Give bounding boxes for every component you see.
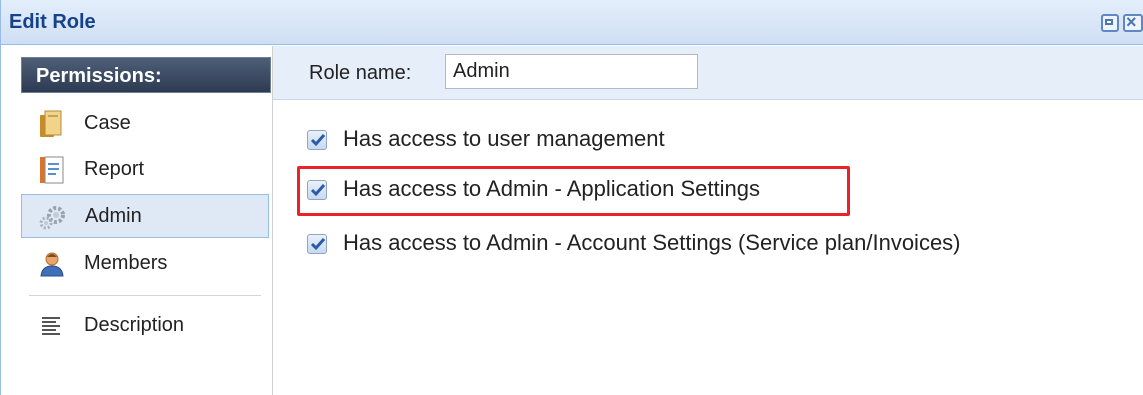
- sidebar-item-admin[interactable]: Admin: [21, 194, 269, 238]
- sidebar-item-label: Members: [84, 252, 168, 274]
- sidebar-item-label: Admin: [85, 205, 142, 227]
- role-form-panel: Role name: Has access to user management…: [273, 46, 1143, 395]
- sidebar-item-case[interactable]: Case: [21, 102, 269, 146]
- sidebar-divider: [29, 295, 261, 296]
- window-titlebar: Edit Role ×: [1, 0, 1143, 45]
- role-name-input[interactable]: [445, 54, 698, 89]
- permission-checkbox[interactable]: [307, 234, 327, 254]
- permissions-header-label: Permissions:: [36, 65, 162, 87]
- permission-label: Has access to Admin - Application Settin…: [343, 176, 760, 201]
- description-icon: [42, 317, 60, 335]
- check-icon: [310, 134, 326, 147]
- permission-checkbox[interactable]: [307, 180, 327, 200]
- sidebar-item-report[interactable]: Report: [21, 148, 269, 192]
- user-icon: [40, 252, 64, 277]
- check-icon: [310, 238, 326, 251]
- window-title: Edit Role: [9, 11, 96, 33]
- sidebar-item-members[interactable]: Members: [21, 242, 269, 286]
- sidebar-item-label: Report: [84, 158, 145, 180]
- permission-label: Has access to user management: [343, 126, 665, 151]
- maximize-icon[interactable]: [1101, 14, 1119, 32]
- sidebar-item-label: Case: [84, 112, 131, 134]
- permissions-header: Permissions:: [21, 57, 271, 93]
- role-name-row: Role name:: [273, 46, 1143, 100]
- permission-checkbox[interactable]: [307, 130, 327, 150]
- report-icon: [40, 156, 64, 184]
- permissions-sidebar: Permissions: Case Report Admin Members D…: [1, 46, 273, 395]
- sidebar-item-description[interactable]: Description: [21, 304, 269, 348]
- gear-icon: [39, 206, 65, 230]
- check-icon: [310, 184, 326, 197]
- sidebar-item-label: Description: [84, 314, 185, 336]
- edit-role-window: Edit Role × Permissions: Case Report Adm…: [0, 0, 1143, 395]
- role-name-label: Role name:: [309, 62, 412, 84]
- close-icon[interactable]: ×: [1123, 12, 1143, 32]
- permission-label: Has access to Admin - Account Settings (…: [343, 230, 961, 255]
- case-icon: [40, 110, 62, 137]
